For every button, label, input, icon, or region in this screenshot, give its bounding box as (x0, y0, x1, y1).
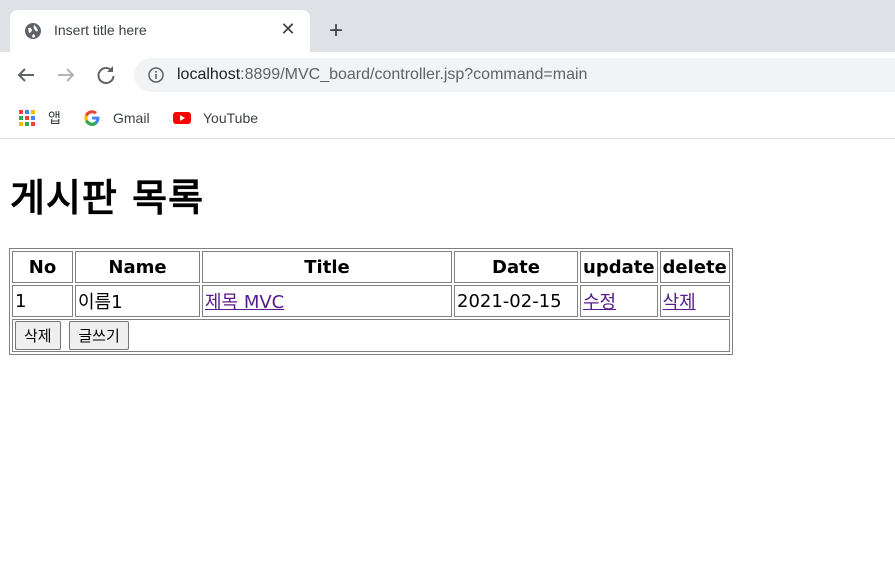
tab-strip: Insert title here ✕ + (0, 0, 895, 52)
url-path: :8899/MVC_board/controller.jsp?command=m… (240, 66, 588, 83)
cell-delete: 삭제 (659, 285, 730, 317)
bookmark-label: 앱 (48, 110, 61, 126)
cell-no: 1 (12, 285, 73, 317)
address-bar[interactable]: localhost:8899/MVC_board/controller.jsp?… (134, 58, 895, 92)
title-link[interactable]: 제목 MVC (205, 292, 284, 313)
url-text: localhost:8899/MVC_board/controller.jsp?… (177, 66, 587, 84)
bookmark-gmail[interactable]: Gmail (83, 107, 150, 129)
page-title: 게시판 목록 (10, 176, 205, 220)
button-cell: 삭제 글쓰기 (12, 319, 730, 352)
info-icon[interactable] (148, 67, 164, 83)
close-icon[interactable]: ✕ (276, 18, 300, 42)
youtube-icon (173, 112, 191, 124)
table-row: 1 이름1 제목 MVC 2021-02-15 수정 삭제 (12, 285, 730, 317)
url-host: localhost (177, 66, 241, 83)
board-table: No Name Title Date update delete 1 이름1 제… (9, 248, 733, 355)
bookmark-apps[interactable]: 앱 (18, 107, 61, 129)
google-icon (84, 110, 100, 126)
tab-active[interactable]: Insert title here ✕ (10, 10, 310, 52)
header-delete: delete (659, 251, 730, 283)
toolbar: localhost:8899/MVC_board/controller.jsp?… (0, 52, 895, 98)
header-update: update (580, 251, 658, 283)
bookmark-label: Gmail (113, 110, 150, 126)
cell-update: 수정 (580, 285, 658, 317)
table-button-row: 삭제 글쓰기 (12, 319, 730, 352)
tab-title: Insert title here (54, 22, 147, 38)
bookmarks-bar: 앱 Gmail YouTube (0, 98, 895, 139)
globe-icon (25, 23, 41, 39)
bookmark-label: YouTube (203, 110, 259, 126)
forward-arrow-icon[interactable] (53, 62, 79, 88)
table-header-row: No Name Title Date update delete (12, 251, 730, 283)
write-button[interactable]: 글쓰기 (69, 321, 129, 350)
cell-name: 이름1 (75, 285, 200, 317)
apps-grid-icon (19, 110, 35, 126)
header-name: Name (75, 251, 200, 283)
delete-link[interactable]: 삭제 (663, 292, 696, 313)
reload-icon[interactable] (93, 62, 119, 88)
cell-title: 제목 MVC (202, 285, 452, 317)
header-date: Date (454, 251, 578, 283)
header-no: No (12, 251, 73, 283)
new-tab-plus-icon[interactable]: + (322, 17, 350, 45)
update-link[interactable]: 수정 (583, 292, 616, 313)
page-content: 게시판 목록 No Name Title Date update delete … (0, 139, 895, 581)
delete-button[interactable]: 삭제 (15, 321, 61, 350)
cell-date: 2021-02-15 (454, 285, 578, 317)
back-arrow-icon[interactable] (13, 62, 39, 88)
header-title: Title (202, 251, 452, 283)
bookmark-youtube[interactable]: YouTube (173, 107, 258, 129)
